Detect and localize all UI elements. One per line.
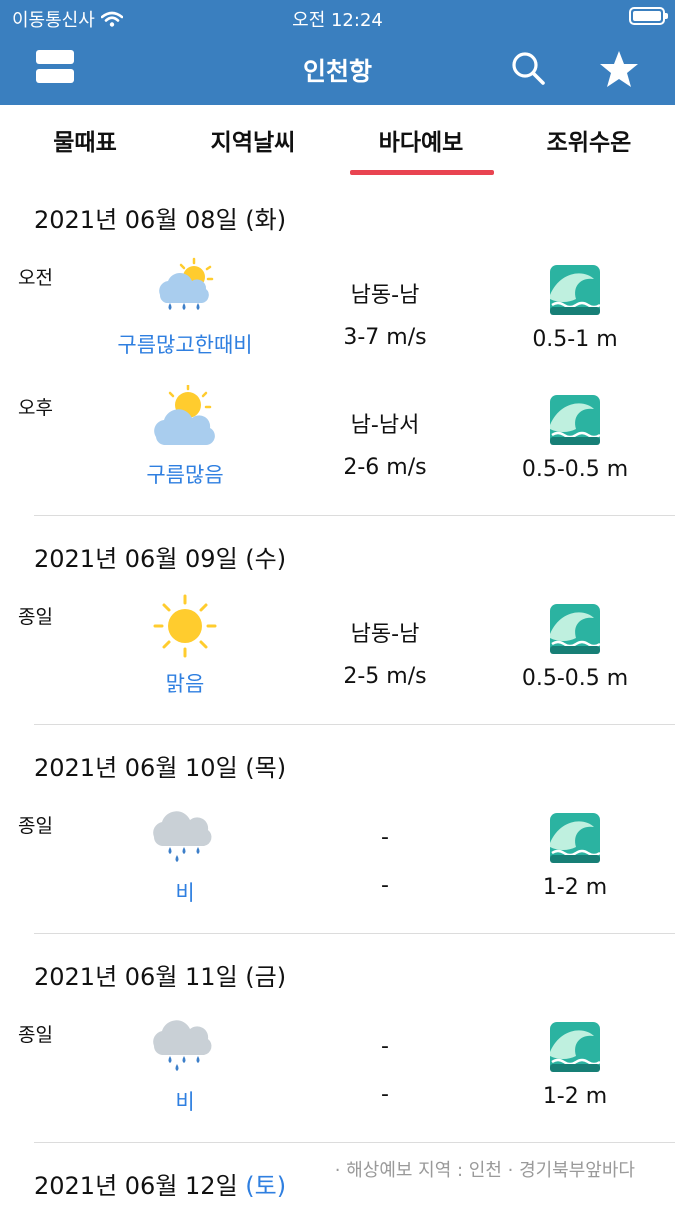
day-date: 2021년 06월 09일 (수) — [0, 516, 675, 594]
page-title: 인천항 — [302, 57, 372, 86]
tab-sea-forecast[interactable]: 바다예보 — [346, 123, 496, 157]
forecast-row: 종일맑음 남동-남 2-5 m/s 0.5-0.5 m — [0, 594, 675, 724]
status-bar: 이동통신사 오전 12:24 — [0, 0, 675, 34]
forecast-row: 오후구름많음 남-남서 2-6 m/s 0.5-0.5 m — [0, 383, 675, 515]
sun-icon — [148, 594, 222, 658]
wind-direction: 남-남서 — [350, 413, 420, 438]
day-of-week: (목) — [245, 754, 287, 782]
wave-height: 1-2 m — [542, 1084, 608, 1109]
rain-cloud-icon — [148, 803, 222, 867]
date-text: 2021년 06월 08일 — [34, 206, 238, 234]
wave-height: 0.5-0.5 m — [521, 457, 629, 482]
day-date: 2021년 06월 12일 (토) — [0, 1143, 675, 1221]
period-label: 오후 — [18, 397, 53, 419]
period-label: 종일 — [18, 1024, 53, 1046]
day-of-week: (토) — [245, 1172, 287, 1200]
search-icon — [512, 52, 545, 85]
period-label: 종일 — [18, 606, 53, 628]
forecast-row: 종일비 - - 1-2 m — [0, 803, 675, 933]
day-date: 2021년 06월 11일 (금) — [0, 934, 675, 1012]
date-text: 2021년 06월 09일 — [34, 545, 238, 573]
wave-height: 1-2 m — [542, 875, 608, 900]
wind-speed: 2-6 m/s — [343, 455, 427, 480]
battery-icon — [629, 7, 668, 25]
wave-height: 0.5-1 m — [532, 327, 618, 352]
wind-speed: 3-7 m/s — [343, 325, 427, 350]
favorite-button[interactable] — [598, 48, 642, 92]
rain-cloud-icon — [148, 1012, 222, 1076]
day-date: 2021년 06월 10일 (목) — [0, 725, 675, 803]
forecast-list: 2021년 06월 08일 (화) 오전 구름많고한때비 남동-남 3-7 m/s 0.5… — [0, 177, 675, 1221]
wind-direction: 남동-남 — [350, 283, 420, 308]
weather-label: 구름많음 — [146, 463, 224, 487]
wind-speed: - — [381, 1082, 389, 1107]
forecast-area-note: · 해상예보 지역 : 인천 · 경기북부앞바다 — [334, 1160, 635, 1181]
wave-icon — [548, 393, 602, 447]
tab-local-weather[interactable]: 지역날씨 — [178, 123, 328, 157]
day-date: 2021년 06월 08일 (화) — [0, 177, 675, 255]
wind-speed: - — [381, 873, 389, 898]
tab-tide-water-temp[interactable]: 조위수온 — [514, 123, 664, 157]
tab-tide-table[interactable]: 물때표 — [10, 123, 160, 157]
wind-direction: - — [381, 1034, 389, 1059]
tab-bar: 물때표 지역날씨 바다예보 조위수온 — [0, 105, 675, 177]
wind-direction: 남동-남 — [350, 622, 420, 647]
status-time: 오전 12:24 — [292, 10, 383, 31]
active-tab-indicator — [350, 170, 494, 175]
day-of-week: (금) — [245, 963, 287, 991]
wind-speed: 2-5 m/s — [343, 664, 427, 689]
weather-label: 맑음 — [165, 672, 205, 696]
date-text: 2021년 06월 12일 — [34, 1172, 238, 1200]
period-label: 오전 — [18, 267, 53, 289]
nav-bar: 인천항 — [0, 34, 675, 105]
cloud-sun-rain-icon — [148, 255, 222, 319]
wind-direction: - — [381, 825, 389, 850]
wave-icon — [548, 1020, 602, 1074]
star-icon — [600, 51, 638, 87]
day-block: 2021년 06월 09일 (수) 종일맑음 남동-남 2-5 m/s 0.5-0.5 … — [0, 516, 675, 725]
weather-label: 구름많고한때비 — [117, 333, 253, 357]
weather-label: 비 — [175, 881, 195, 905]
weather-label: 비 — [175, 1090, 195, 1114]
cloud-sun-icon — [148, 383, 222, 449]
day-of-week: (화) — [245, 206, 287, 234]
day-block: 2021년 06월 12일 (토) — [0, 1143, 675, 1221]
date-text: 2021년 06월 11일 — [34, 963, 238, 991]
forecast-row: 오전구름많고한때비 남동-남 3-7 m/s 0.5-1 m — [0, 255, 675, 385]
app-header: 이동통신사 오전 12:24 인천항 — [0, 0, 675, 105]
forecast-row: 종일비 - - 1-2 m — [0, 1012, 675, 1142]
date-text: 2021년 06월 10일 — [34, 754, 238, 782]
day-block: 2021년 06월 08일 (화) 오전구름많고한때비 남동-남 3-7 m/s 0.5… — [0, 177, 675, 516]
wave-icon — [548, 263, 602, 317]
search-button[interactable] — [508, 48, 552, 92]
wave-icon — [548, 602, 602, 656]
period-label: 종일 — [18, 815, 53, 837]
day-block: 2021년 06월 11일 (금) 종일비 - - 1-2 m — [0, 934, 675, 1143]
day-block: 2021년 06월 10일 (목) 종일비 - - 1-2 m — [0, 725, 675, 934]
day-of-week: (수) — [245, 545, 287, 573]
wave-height: 0.5-0.5 m — [521, 666, 629, 691]
wave-icon — [548, 811, 602, 865]
